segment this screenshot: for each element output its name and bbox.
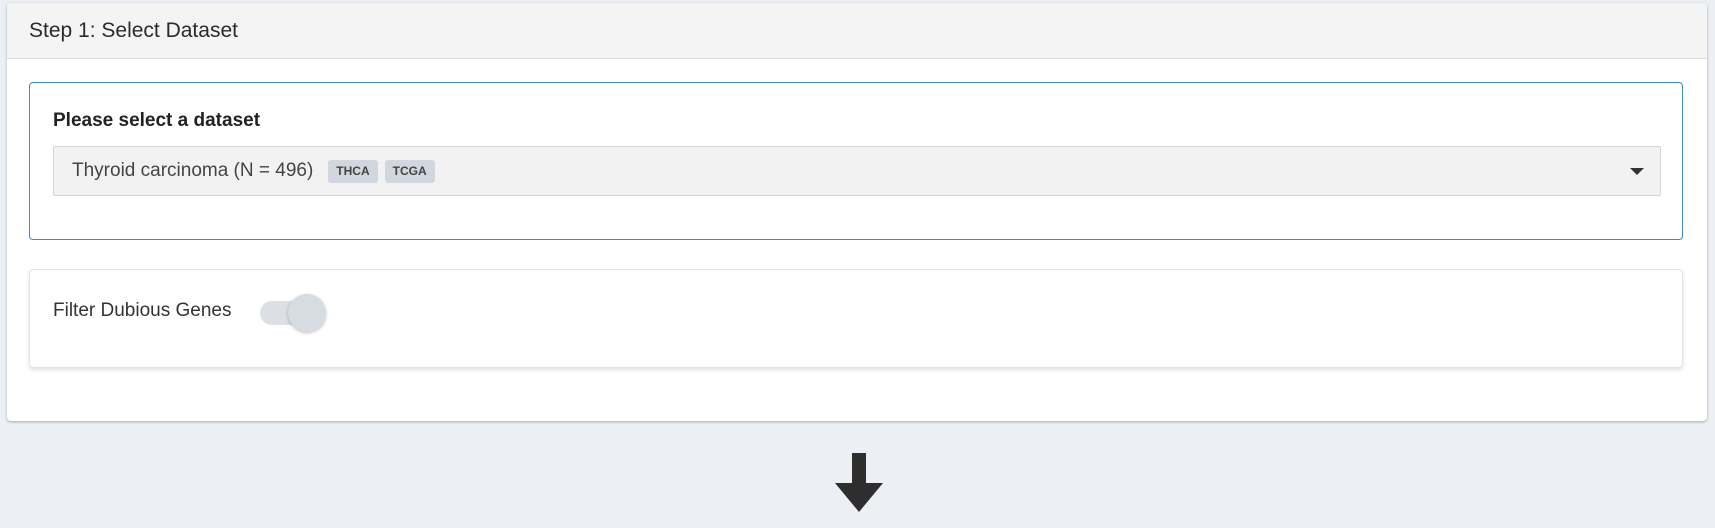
toggle-knob[interactable] xyxy=(288,294,326,332)
step-card: Step 1: Select Dataset Please select a d… xyxy=(7,3,1707,421)
step-header: Step 1: Select Dataset xyxy=(7,3,1707,59)
page: Step 1: Select Dataset Please select a d… xyxy=(0,0,1715,528)
dataset-tag-thca: THCA xyxy=(328,159,378,183)
arrow-down-icon xyxy=(835,453,883,512)
dataset-tag-tcga: TCGA xyxy=(384,159,435,183)
dataset-selected-value: Thyroid carcinoma (N = 496) xyxy=(72,160,314,181)
dataset-select[interactable]: Thyroid carcinoma (N = 496) THCA TCGA xyxy=(53,146,1661,196)
filter-dubious-genes-label: Filter Dubious Genes xyxy=(53,300,232,321)
filter-panel: Filter Dubious Genes xyxy=(29,269,1683,368)
dataset-select-panel: Please select a dataset Thyroid carcinom… xyxy=(29,82,1683,240)
dataset-select-label: Please select a dataset xyxy=(53,110,261,131)
chevron-down-icon[interactable] xyxy=(1630,168,1644,175)
filter-dubious-genes-toggle[interactable] xyxy=(260,292,326,334)
step-title: Step 1: Select Dataset xyxy=(29,18,238,42)
